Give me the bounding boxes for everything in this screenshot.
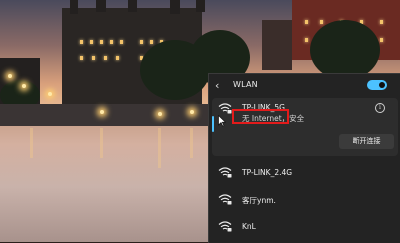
network-item[interactable]: TP-LINK_2.4G <box>212 158 398 186</box>
wallpaper-window <box>92 56 95 60</box>
wallpaper-window <box>140 40 143 44</box>
wallpaper-window <box>110 40 113 44</box>
network-item[interactable]: KnL <box>212 212 398 240</box>
wallpaper-window <box>80 56 83 60</box>
wallpaper-tree <box>310 20 380 80</box>
wifi-secured-icon <box>218 103 232 114</box>
wallpaper-window <box>320 20 323 24</box>
mouse-cursor-icon <box>218 115 226 127</box>
wlan-header: ‹ WLAN <box>209 74 400 98</box>
status-highlight-box <box>232 109 289 124</box>
network-ssid: 客厅ynm. <box>242 196 276 205</box>
wallpaper-lamp <box>100 110 104 114</box>
wifi-secured-icon <box>218 221 232 232</box>
toggle-knob <box>379 82 385 88</box>
wallpaper-reflection <box>100 128 103 158</box>
wifi-secured-icon <box>218 194 232 205</box>
wlan-title: WLAN <box>233 80 258 89</box>
wifi-secured-icon <box>218 167 232 178</box>
info-icon[interactable]: i <box>375 103 385 113</box>
network-item-connected[interactable]: TP-LINK_5G 无 Internet，安全 i 断开连接 <box>212 98 398 156</box>
wallpaper-window <box>380 38 383 42</box>
wallpaper-window <box>100 40 103 44</box>
wallpaper-window <box>120 40 123 44</box>
wallpaper-window <box>90 40 93 44</box>
disconnect-button[interactable]: 断开连接 <box>339 134 394 149</box>
wallpaper-lamp <box>22 84 26 88</box>
wifi-toggle[interactable] <box>367 80 387 90</box>
wallpaper-lamp <box>158 112 162 116</box>
wallpaper-window <box>150 40 153 44</box>
wallpaper-spire <box>70 0 78 14</box>
wallpaper-spire <box>196 0 205 12</box>
wallpaper-window <box>380 20 383 24</box>
wallpaper-window <box>80 40 83 44</box>
wallpaper-reflection <box>30 128 33 158</box>
wallpaper-reflection <box>158 128 161 168</box>
wallpaper-window <box>116 56 119 60</box>
wallpaper-window <box>305 20 308 24</box>
wallpaper-lamp <box>190 110 194 114</box>
wlan-flyout: ‹ WLAN TP-LINK_5G 无 Internet，安全 i 断开连接 T… <box>208 73 400 243</box>
wallpaper-building <box>262 20 292 70</box>
wallpaper-spire <box>96 0 106 12</box>
wallpaper-lamp <box>8 74 12 78</box>
network-ssid: KnL <box>242 222 256 231</box>
network-ssid: TP-LINK_2.4G <box>242 168 293 177</box>
wallpaper-embankment <box>0 104 210 126</box>
chevron-left-icon[interactable]: ‹ <box>215 80 227 92</box>
selection-indicator <box>212 116 214 132</box>
wallpaper-reflection <box>190 128 193 158</box>
wallpaper-window <box>305 38 308 42</box>
wallpaper-spire <box>128 0 137 12</box>
wallpaper-lamp <box>48 92 52 96</box>
network-item[interactable]: 客厅ynm. <box>212 185 398 213</box>
wallpaper-spire <box>170 0 180 14</box>
wallpaper-window <box>104 56 107 60</box>
